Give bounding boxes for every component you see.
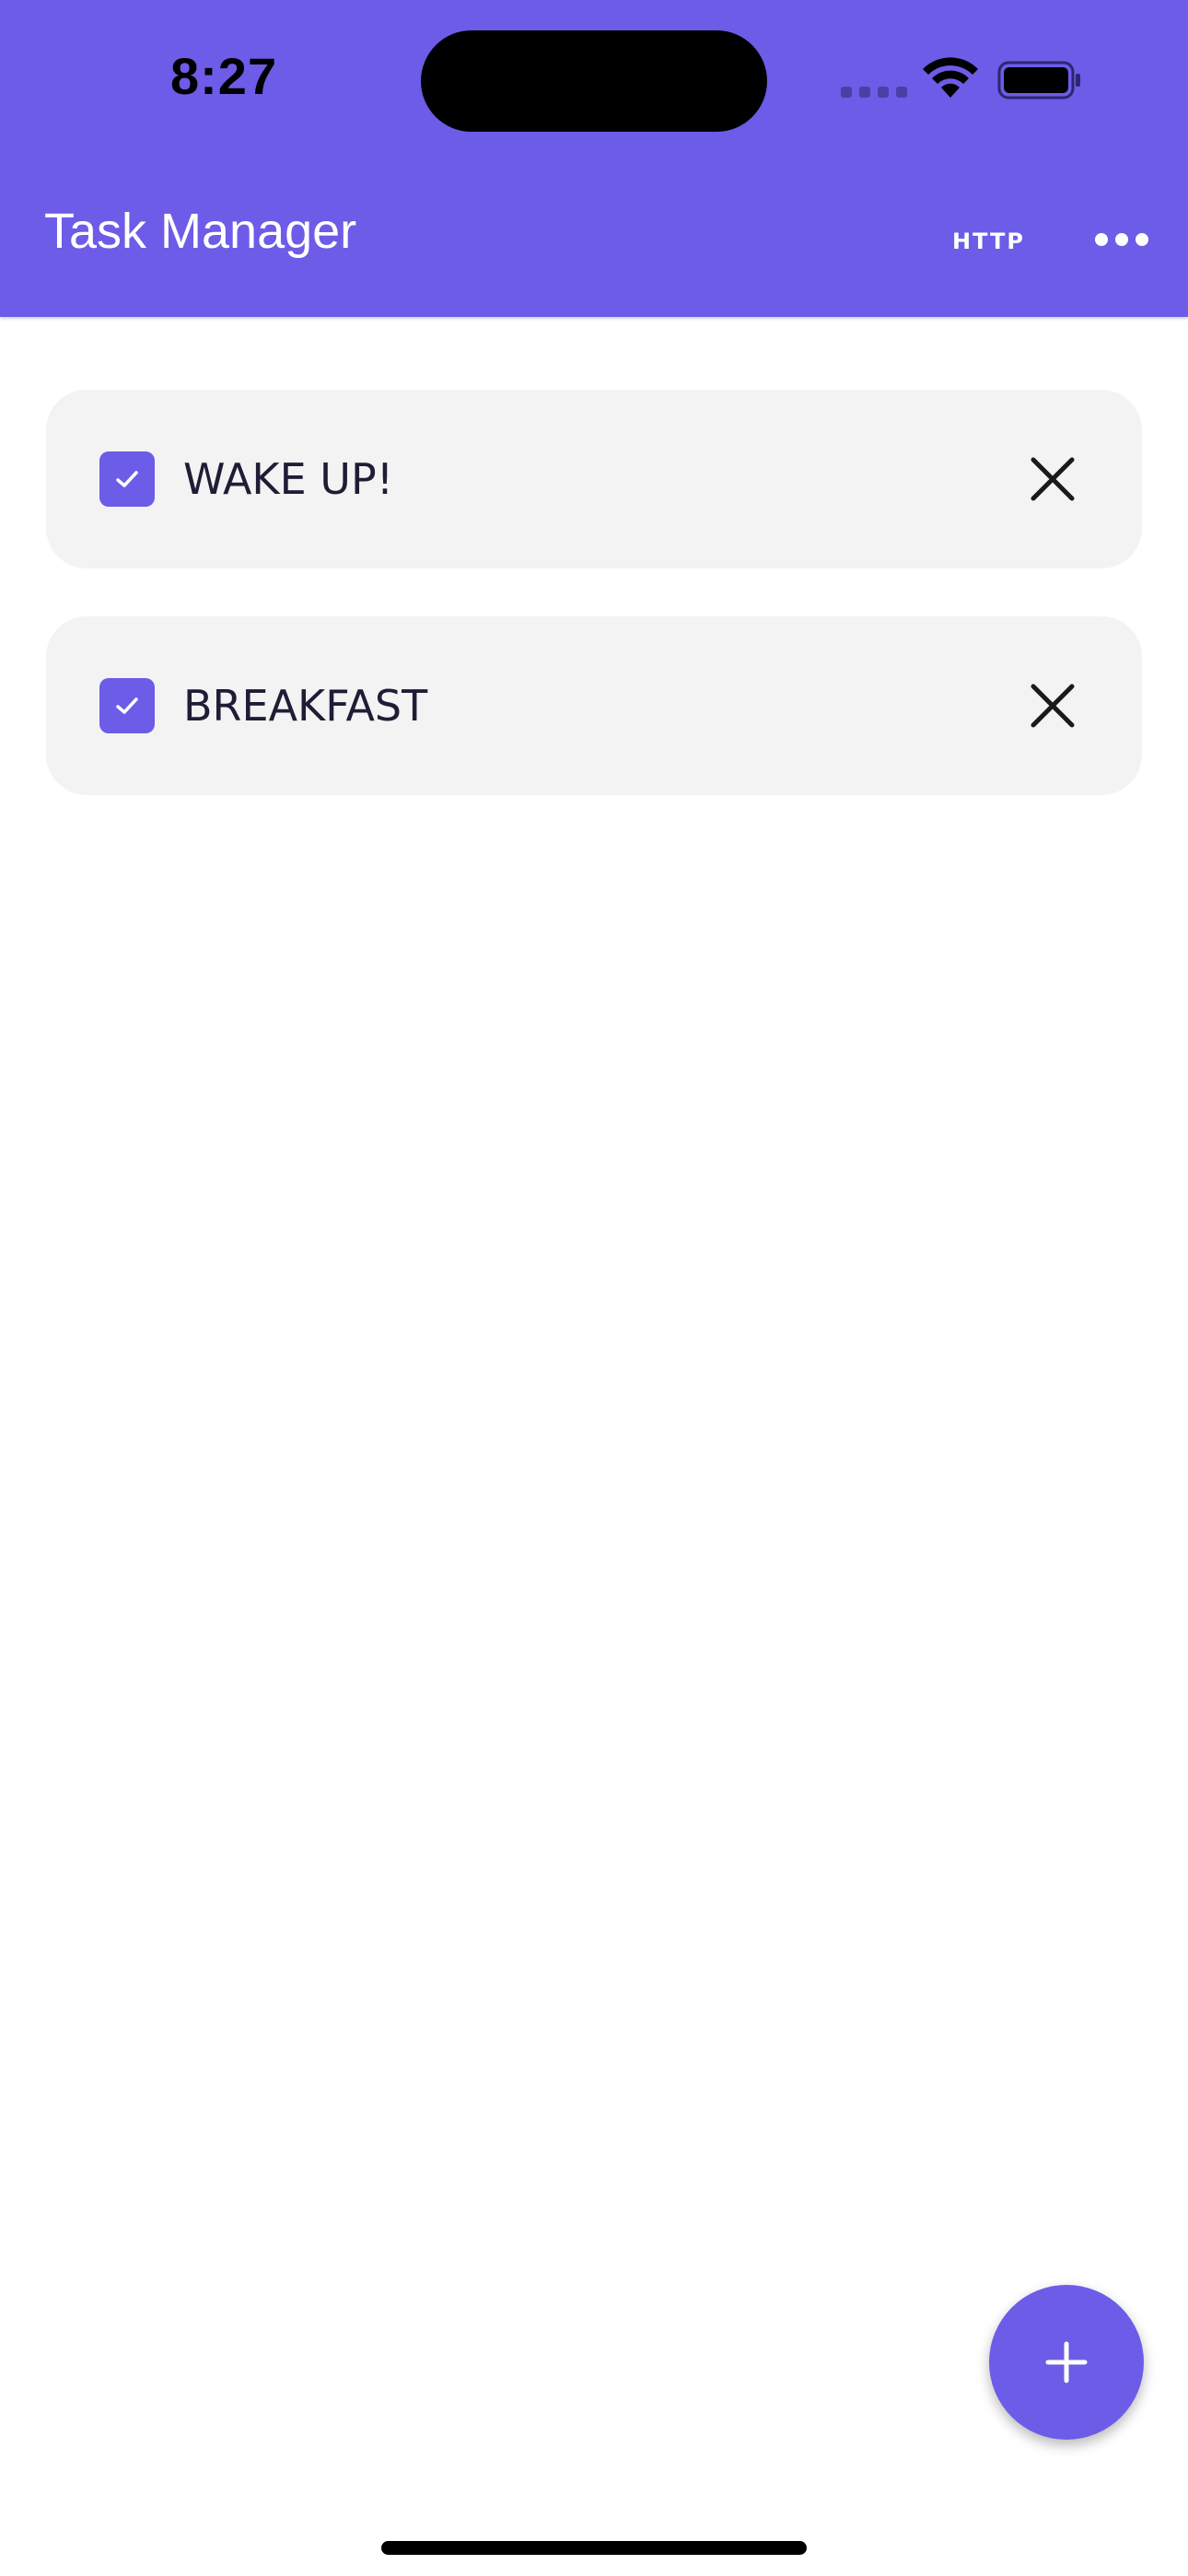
http-button[interactable]: HTTP <box>947 221 1031 262</box>
page-title: Task Manager <box>44 204 357 259</box>
checkmark-icon <box>116 697 138 714</box>
status-time: 8:27 <box>170 47 278 105</box>
task-label: BREAKFAST <box>183 681 428 731</box>
cellular-signal-icon <box>841 87 907 98</box>
checkmark-icon <box>116 471 138 487</box>
task-item[interactable]: WAKE UP! <box>46 390 1142 568</box>
task-checkbox[interactable] <box>99 678 155 733</box>
more-horizontal-icon <box>1095 233 1148 246</box>
delete-task-button[interactable] <box>1028 681 1077 731</box>
task-manager-screen: 8:27 Task Manager HTTP WAKE UP! BREAKFAS… <box>0 0 1188 2576</box>
task-list: WAKE UP! BREAKFAST <box>46 390 1142 843</box>
dynamic-island <box>421 30 767 132</box>
wifi-icon <box>923 57 978 98</box>
close-icon <box>1031 684 1075 728</box>
delete-task-button[interactable] <box>1028 454 1077 504</box>
more-options-button[interactable] <box>1090 217 1153 262</box>
add-task-button[interactable] <box>989 2285 1144 2440</box>
app-header: 8:27 Task Manager HTTP <box>0 0 1188 317</box>
battery-icon <box>997 61 1080 100</box>
task-item[interactable]: BREAKFAST <box>46 616 1142 795</box>
home-indicator[interactable] <box>381 2541 807 2555</box>
close-icon <box>1031 457 1075 501</box>
plus-icon <box>1045 2341 1088 2383</box>
task-checkbox[interactable] <box>99 451 155 507</box>
task-label: WAKE UP! <box>183 454 394 504</box>
